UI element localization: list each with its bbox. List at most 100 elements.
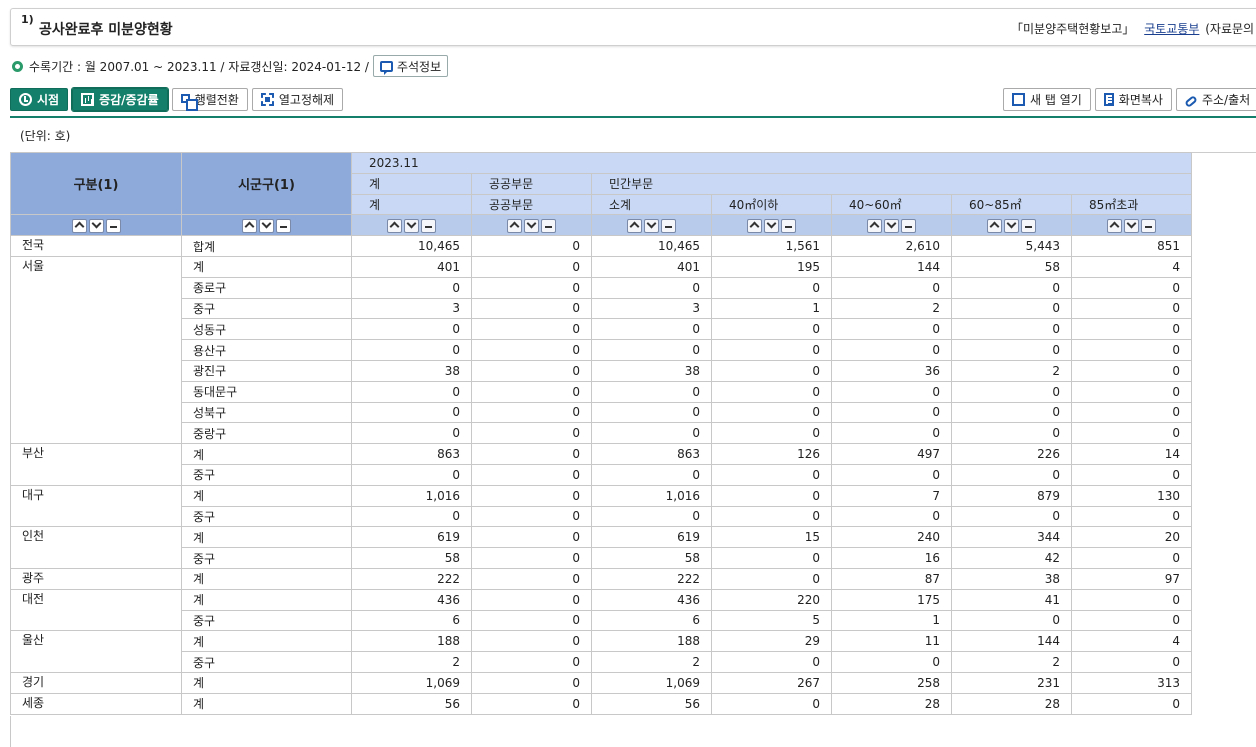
value-cell: 0	[1071, 276, 1192, 299]
value-cell: 0	[471, 547, 592, 569]
toolbar-divider	[10, 116, 1256, 118]
table-row: 중구 3 0 3 1 2 0 0	[11, 297, 1192, 320]
table-row: 서울 계 401 0 401 195 144 58 4	[10, 255, 1192, 445]
title-bar: 1) 공사완료후 미분양현황 「미분양주택현황보고」 국토교통부 (자료문의	[10, 8, 1256, 46]
value-cell: 0	[951, 401, 1072, 424]
collapse-icon[interactable]	[661, 218, 676, 233]
value-cell: 56	[351, 692, 472, 715]
value-cell: 1,069	[351, 671, 472, 694]
region-cell: 울산	[10, 630, 182, 673]
value-cell: 1	[831, 609, 952, 632]
value-cell: 0	[711, 463, 832, 486]
sort-descending-icon[interactable]	[1124, 218, 1139, 233]
value-cell: 0	[1071, 422, 1192, 445]
value-cell: 267	[711, 671, 832, 694]
sort-descending-icon[interactable]	[404, 218, 419, 233]
collapse-icon[interactable]	[1021, 218, 1036, 233]
table-row: 경기 계 1,069 0 1,069 267 258 231 313	[10, 671, 1192, 694]
collapse-icon[interactable]	[276, 218, 291, 233]
toolbar: 시점 증감/증감률 행렬전환 열고정해제	[10, 87, 344, 112]
screen-copy-label: 화면복사	[1118, 93, 1163, 107]
value-cell: 10,465	[591, 235, 712, 257]
sort-descending-icon[interactable]	[524, 218, 539, 233]
point-button[interactable]: 시점	[10, 88, 69, 111]
district-cell: 계	[181, 255, 352, 278]
sort-descending-icon[interactable]	[764, 218, 779, 233]
value-cell: 863	[591, 443, 712, 465]
collapse-icon[interactable]	[421, 218, 436, 233]
sort-ascending-icon[interactable]	[242, 218, 257, 233]
value-cell: 0	[711, 505, 832, 528]
value-cell: 11	[831, 630, 952, 653]
source-org-link[interactable]: 국토교통부	[1144, 22, 1199, 36]
external-link-icon	[1012, 93, 1025, 106]
value-cell: 38	[951, 567, 1072, 590]
sort-ascending-icon[interactable]	[627, 218, 642, 233]
value-cell: 0	[471, 484, 592, 507]
sort-descending-icon[interactable]	[259, 218, 274, 233]
table-row: 종로구 0 0 0 0 0 0 0	[11, 276, 1192, 299]
value-cell: 5,443	[951, 235, 1072, 257]
sort-descending-icon[interactable]	[644, 218, 659, 233]
value-cell: 20	[1071, 526, 1192, 549]
value-cell: 0	[1071, 359, 1192, 382]
value-cell: 436	[591, 588, 712, 611]
value-cell: 188	[351, 630, 472, 653]
table-row: 인천 계 619 0 619 15 240 344 20	[10, 526, 1192, 569]
sort-controls	[831, 214, 952, 237]
value-cell: 879	[951, 484, 1072, 507]
change-rate-button[interactable]: 증감/증감률	[71, 87, 169, 112]
sort-ascending-icon[interactable]	[71, 218, 87, 233]
value-cell: 15	[711, 526, 832, 549]
table-row: 성북구 0 0 0 0 0 0 0	[11, 401, 1192, 424]
unfix-columns-button[interactable]: 열고정해제	[251, 88, 344, 111]
value-cell: 0	[351, 339, 472, 361]
chart-icon	[81, 93, 95, 106]
region-cell: 광주	[10, 567, 182, 590]
comment-icon	[379, 60, 393, 75]
value-cell: 222	[351, 567, 472, 590]
district-cell: 계	[181, 484, 352, 507]
value-cell: 0	[1071, 297, 1192, 320]
collapse-icon[interactable]	[1141, 218, 1156, 233]
value-cell: 2,610	[831, 235, 952, 257]
value-cell: 0	[471, 526, 592, 549]
sort-ascending-icon[interactable]	[987, 218, 1002, 233]
sort-descending-icon[interactable]	[884, 218, 899, 233]
new-tab-button[interactable]: 새 탭 열기	[1003, 88, 1091, 111]
sort-ascending-icon[interactable]	[387, 218, 402, 233]
sort-ascending-icon[interactable]	[507, 218, 522, 233]
value-cell: 401	[351, 255, 472, 278]
collapse-icon[interactable]	[105, 218, 121, 233]
note-info-button[interactable]: 주석정보	[372, 55, 449, 77]
district-cell: 중랑구	[181, 422, 352, 445]
value-cell: 6	[591, 609, 712, 632]
value-cell: 0	[351, 422, 472, 445]
value-cell: 0	[951, 463, 1072, 486]
sort-ascending-icon[interactable]	[867, 218, 882, 233]
sort-descending-icon[interactable]	[1004, 218, 1019, 233]
value-cell: 313	[1071, 671, 1192, 694]
value-cell: 0	[351, 463, 472, 486]
collapse-icon[interactable]	[781, 218, 796, 233]
sort-ascending-icon[interactable]	[1107, 218, 1122, 233]
value-cell: 126	[711, 443, 832, 465]
title-number: 1)	[21, 13, 34, 26]
sort-ascending-icon[interactable]	[747, 218, 762, 233]
header-group-total: 계	[351, 172, 472, 195]
sort-controls	[711, 214, 832, 237]
value-cell: 0	[1071, 547, 1192, 569]
value-cell: 231	[951, 671, 1072, 694]
collapse-icon[interactable]	[541, 218, 556, 233]
pivot-button[interactable]: 행렬전환	[171, 88, 248, 111]
screen-copy-button[interactable]: 화면복사	[1094, 88, 1172, 111]
district-cell: 계	[181, 443, 352, 465]
value-cell: 41	[951, 588, 1072, 611]
collapse-icon[interactable]	[901, 218, 916, 233]
address-source-button[interactable]: 주소/출처	[1175, 88, 1256, 111]
table-row: 세종 계 56 0 56 0 28 28 0	[10, 692, 1192, 715]
value-cell: 0	[1071, 339, 1192, 361]
header-col-total: 계	[351, 193, 472, 216]
change-rate-label: 증감/증감률	[99, 93, 159, 107]
sort-descending-icon[interactable]	[88, 218, 104, 233]
